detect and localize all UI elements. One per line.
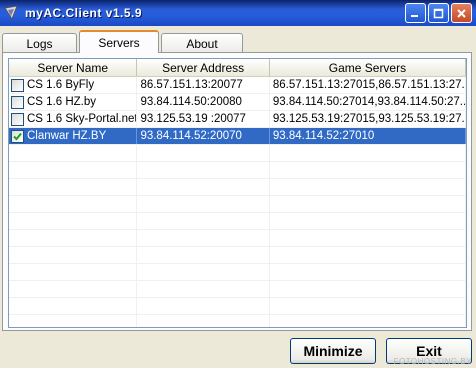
server-name: CS 1.6 Sky-Portal.net (27, 113, 138, 125)
table-row[interactable]: CS 1.6 HZ.by 93.84.114.50:20080 93.84.11… (9, 94, 466, 111)
empty-row (9, 145, 466, 162)
server-list[interactable]: Server Name Server Address Game Servers … (8, 58, 467, 328)
empty-row (9, 315, 466, 327)
server-name: CS 1.6 HZ.by (27, 96, 97, 108)
empty-row (9, 179, 466, 196)
list-header: Server Name Server Address Game Servers (9, 59, 466, 77)
empty-row (9, 247, 466, 264)
server-name: CS 1.6 ByFly (27, 79, 95, 91)
table-row[interactable]: CS 1.6 Sky-Portal.net 93.125.53.19 :2007… (9, 111, 466, 128)
server-name: Clanwar HZ.BY (27, 130, 107, 142)
maximize-window-button[interactable] (428, 3, 449, 23)
server-address: 86.57.151.13:20077 (137, 77, 270, 93)
game-servers: 93.84.114.52:27010 (270, 128, 466, 144)
column-header-server-name[interactable]: Server Name (9, 59, 138, 76)
window-title: myAC.Client v1.5.9 (25, 6, 143, 20)
caption-buttons (405, 3, 472, 23)
server-address: 93.84.114.50:20080 (137, 94, 270, 110)
checkmark-icon (13, 132, 22, 140)
empty-row (9, 196, 466, 213)
minimize-window-button[interactable] (405, 3, 426, 23)
maximize-icon (433, 8, 444, 18)
row-checkbox-checked[interactable] (11, 129, 24, 143)
minimize-button[interactable]: Minimize (290, 338, 376, 364)
server-address: 93.84.114.52:20070 (137, 128, 270, 144)
game-servers: 86.57.151.13:27015,86.57.151.13:27... (270, 77, 466, 93)
empty-row (9, 281, 466, 298)
tab-strip: Logs Servers About (2, 30, 245, 53)
title-bar[interactable]: myAC.Client v1.5.9 (0, 0, 476, 26)
row-checkbox[interactable] (11, 112, 24, 126)
table-row-selected[interactable]: Clanwar HZ.BY 93.84.114.52:20070 93.84.1… (9, 128, 466, 145)
empty-row (9, 264, 466, 281)
column-header-game-servers[interactable]: Game Servers (270, 59, 466, 76)
servers-tab-panel: Server Name Server Address Game Servers … (2, 52, 472, 331)
empty-row (9, 298, 466, 315)
server-address: 93.125.53.19 :20077 (137, 111, 270, 127)
minimize-icon (411, 14, 418, 17)
empty-row (9, 230, 466, 247)
tab-logs[interactable]: Logs (2, 33, 77, 53)
table-row[interactable]: CS 1.6 ByFly 86.57.151.13:20077 86.57.15… (9, 77, 466, 94)
game-servers: 93.125.53.19:27015,93.125.53.19:27... (270, 111, 466, 127)
column-header-server-address[interactable]: Server Address (137, 59, 270, 76)
empty-row (9, 162, 466, 179)
tab-about[interactable]: About (161, 33, 243, 53)
game-servers: 93.84.114.50:27014,93.84.114.50:27... (270, 94, 466, 110)
empty-row (9, 213, 466, 230)
tab-servers[interactable]: Servers (79, 30, 159, 53)
row-checkbox[interactable] (11, 78, 24, 92)
watermark: FOTOHOSTING.BY (393, 357, 472, 366)
app-icon (4, 5, 18, 21)
close-window-button[interactable] (451, 3, 472, 23)
row-checkbox[interactable] (11, 95, 24, 109)
close-icon (457, 8, 466, 18)
